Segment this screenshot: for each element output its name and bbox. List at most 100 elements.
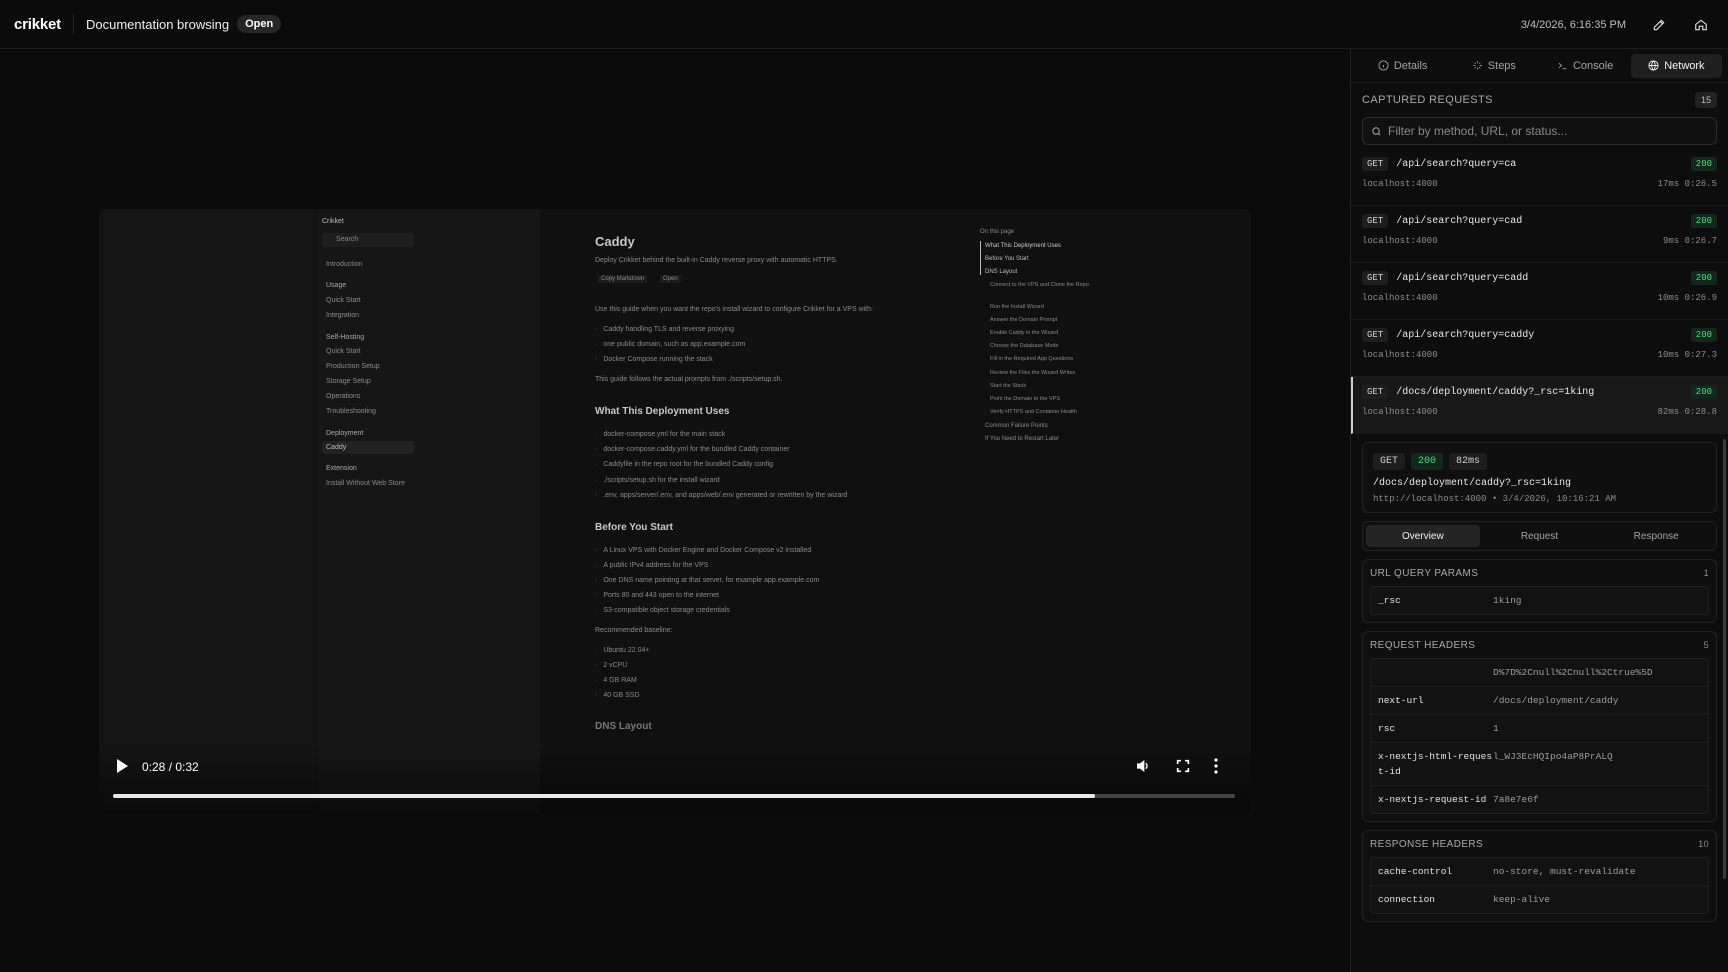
more-vertical-icon [1214, 758, 1218, 774]
recorded-toc-item: Answer the Domain Prompt [990, 317, 1058, 323]
search-icon [1372, 126, 1381, 136]
play-button[interactable] [115, 758, 129, 779]
session-video[interactable]: Crikket Search Introduction Usage Quick … [99, 209, 1251, 814]
kv-value: D%7D%2Cnull%2Cnull%2Ctrue%5D [1493, 667, 1653, 678]
query-params-section: URL QUERY PARAMS 1 _rsc 1king [1362, 559, 1717, 623]
request-timing: 9ms 0:26.7 [1662, 236, 1717, 246]
panel-scrollbar[interactable] [1723, 439, 1726, 879]
query-params-label: URL QUERY PARAMS [1370, 567, 1479, 579]
fullscreen-button[interactable] [1175, 758, 1191, 779]
video-progress-bar[interactable] [113, 794, 1235, 798]
captured-requests-header: CAPTURED REQUESTS 15 [1351, 83, 1728, 117]
recorded-nav-group: Deployment [326, 430, 364, 437]
request-method: GET [1362, 328, 1389, 342]
recorded-toc-item: Enable Caddy in the Wizard [990, 330, 1059, 336]
subtab-response[interactable]: Response [1599, 525, 1713, 547]
recorded-toc-item: Verify HTTPS and Container Health [990, 409, 1077, 415]
recorded-docs-sidebar: Crikket Search Introduction Usage Quick … [318, 209, 540, 814]
recorded-toc-item: Start the Stack [990, 383, 1027, 389]
request-row[interactable]: GET /api/search?query=caddy 200 localhos… [1351, 320, 1728, 377]
recorded-nav-group: Self-Hosting [326, 334, 365, 341]
info-icon [1378, 60, 1389, 71]
request-row[interactable]: GET /api/search?query=cadd 200 localhost… [1351, 263, 1728, 320]
kv-key: connection [1378, 894, 1436, 905]
kv-value: /docs/deployment/caddy [1493, 695, 1619, 706]
kv-value: l_WJ3EcHQIpo4aP8PrALQ [1493, 751, 1613, 762]
query-params-count: 1 [1703, 568, 1709, 578]
recorded-nav-item: Introduction [326, 261, 363, 268]
request-row[interactable]: GET /api/search?query=cad 200 localhost:… [1351, 206, 1728, 263]
tab-details[interactable]: Details [1357, 54, 1448, 78]
recorded-toc-item: Run the Install Wizard [990, 304, 1044, 310]
recorded-bullet: Caddyfile in the repo root for the bundl… [595, 461, 773, 468]
top-right-actions: 3/4/2026, 6:16:35 PM [1521, 0, 1728, 49]
recorded-nav-item: Quick Start [326, 348, 361, 355]
kv-value: keep-alive [1493, 894, 1551, 905]
request-method: GET [1362, 271, 1389, 285]
video-more-button[interactable] [1213, 758, 1219, 779]
request-timing: 10ms 0:27.3 [1657, 350, 1717, 360]
tab-network[interactable]: Network [1630, 53, 1722, 78]
recorded-toc-item: Before You Start [985, 256, 1029, 262]
app-logo[interactable]: crikket [14, 16, 61, 33]
request-status: 200 [1690, 214, 1717, 228]
kv-value: 1king [1493, 595, 1522, 606]
recorded-nav-item: Production Setup [326, 363, 380, 370]
detail-meta: http://localhost:4000 • 3/4/2026, 10:16:… [1373, 494, 1617, 504]
recorded-page-subtitle: Deploy Crikket behind the built-in Caddy… [595, 257, 838, 264]
recorded-heading: Before You Start [595, 522, 673, 533]
kv-key: _rsc [1378, 595, 1401, 606]
kv-row: x-nextjs-html-request-id l_WJ3EcHQIpo4aP… [1371, 743, 1708, 786]
recorded-guide-note: This guide follows the actual prompts fr… [595, 376, 783, 383]
request-host: localhost:4000 [1362, 236, 1438, 246]
recorded-copy-markdown: Copy Markdown [598, 275, 648, 283]
session-timestamp: 3/4/2026, 6:16:35 PM [1520, 18, 1626, 31]
request-host: localhost:4000 [1362, 350, 1438, 360]
recorded-baseline-label: Recommended baseline: [595, 627, 673, 634]
captured-requests-count: 15 [1694, 92, 1717, 108]
request-path: /api/search?query=caddy [1396, 329, 1535, 341]
kv-value: no-store, must-revalidate [1493, 866, 1636, 877]
kv-key [1378, 665, 1493, 680]
response-headers-label: RESPONSE HEADERS [1370, 838, 1484, 850]
detail-method: GET [1373, 453, 1406, 470]
request-status: 200 [1690, 385, 1717, 399]
tab-steps[interactable]: Steps [1448, 54, 1539, 78]
volume-button[interactable] [1135, 758, 1151, 779]
recorded-toc-title: On this page [980, 229, 1015, 235]
request-host: localhost:4000 [1362, 293, 1438, 303]
recorded-toc-item: Fill in the Required App Questions [990, 356, 1074, 362]
subtab-overview[interactable]: Overview [1366, 525, 1480, 547]
recorded-intro: Use this guide when you want the repo's … [595, 306, 873, 313]
recorded-toc-item: Point the Domain to the VPS [990, 396, 1061, 402]
request-row-selected[interactable]: GET /docs/deployment/caddy?_rsc=1king 20… [1351, 377, 1728, 434]
kv-row: next-url /docs/deployment/caddy [1371, 687, 1708, 715]
recorded-toc-item: If You Need to Restart Later [985, 436, 1060, 442]
kv-row: rsc 1 [1371, 715, 1708, 743]
request-headers-label: REQUEST HEADERS [1370, 639, 1476, 651]
edit-button[interactable] [1644, 10, 1674, 40]
tab-console[interactable]: Console [1540, 54, 1631, 78]
globe-icon [1648, 60, 1659, 71]
recorded-bullet: Ports 80 and 443 open to the internet [595, 592, 719, 599]
recorded-bullet: A Linux VPS with Docker Engine and Docke… [595, 547, 811, 554]
home-button[interactable] [1686, 10, 1716, 40]
subtab-request[interactable]: Request [1483, 525, 1597, 547]
recorded-brand: Crikket [322, 218, 344, 225]
kv-row: _rsc 1king [1371, 587, 1708, 614]
kv-value: 7a8e7e6f [1493, 794, 1539, 805]
edit-icon [1653, 19, 1665, 30]
request-method: GET [1362, 214, 1389, 228]
recorded-toc-item: Connect to the VPS and Clone the Repo [990, 282, 1089, 288]
detail-duration: 82ms [1449, 453, 1488, 470]
kv-key: x-nextjs-html-request-id [1378, 751, 1493, 777]
request-headers-count: 5 [1703, 640, 1709, 650]
terminal-icon [1558, 62, 1567, 70]
request-filter-input[interactable] [1388, 124, 1688, 138]
fullscreen-icon [1176, 759, 1190, 773]
request-row[interactable]: GET /api/search?query=ca 200 localhost:4… [1351, 149, 1728, 206]
inspector-panel: Details Steps Console Network CAPTURED R… [1350, 49, 1728, 972]
recorded-heading: DNS Layout [595, 721, 652, 732]
kv-key: cache-control [1378, 866, 1453, 877]
request-method: GET [1362, 157, 1389, 171]
